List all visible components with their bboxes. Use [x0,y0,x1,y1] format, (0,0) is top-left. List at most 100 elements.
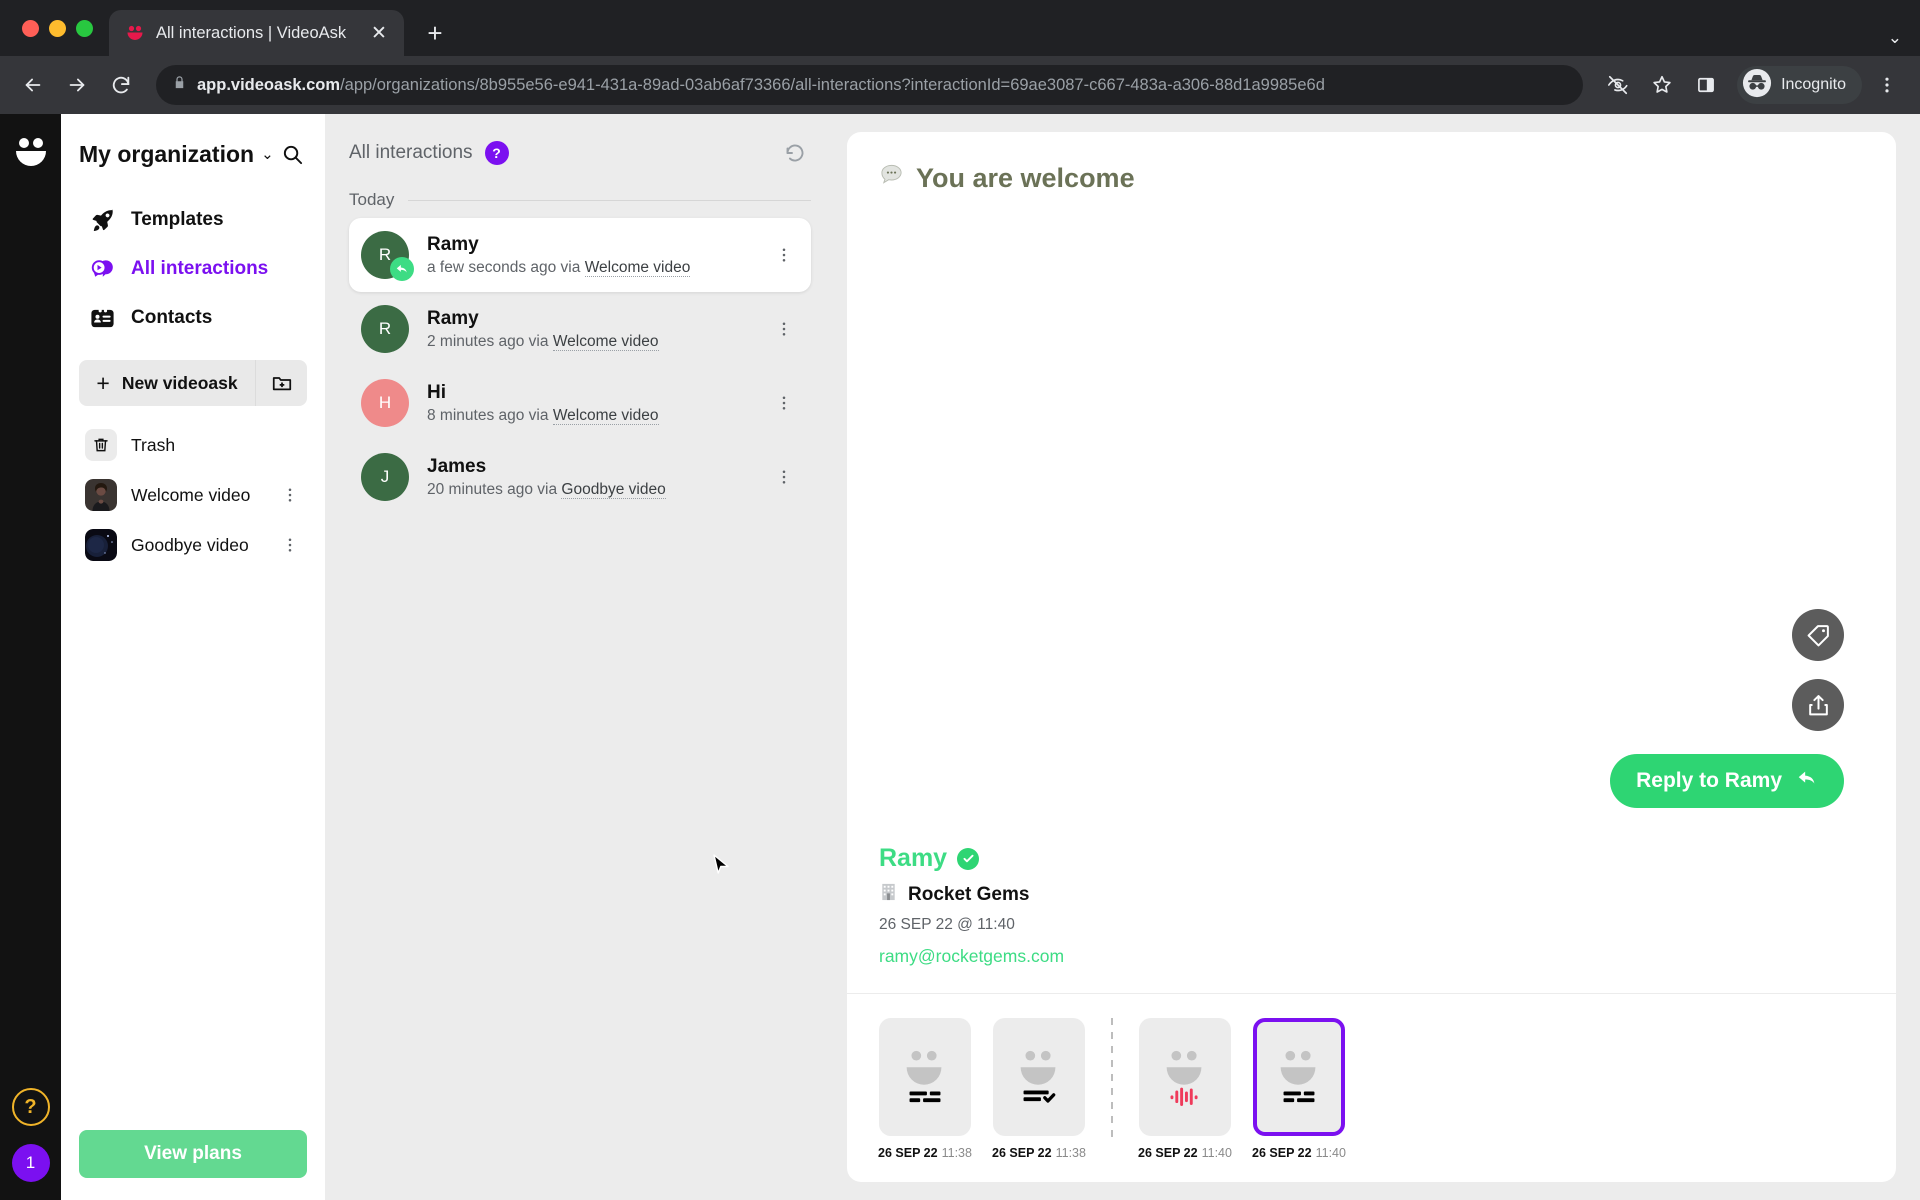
filmstrip-caption: 26 SEP 22 11:40 [1252,1146,1346,1160]
filmstrip-date: 26 SEP 22 [992,1146,1052,1160]
conversation-row[interactable]: R Ramy 2 minutes ago via Welcome video [349,292,811,366]
refresh-icon[interactable] [779,137,811,169]
new-folder-icon[interactable] [255,360,307,406]
side-panel-icon[interactable] [1687,66,1725,104]
incognito-indicator[interactable]: Incognito [1737,66,1862,104]
avatar-initial: R [378,319,392,338]
new-videoask-group: + New videoask [79,360,307,406]
help-badge[interactable]: ? [484,141,509,165]
eye-slash-icon[interactable] [1599,66,1637,104]
conversation-time: 20 minutes ago via [427,480,558,498]
sidebar-item-label: Contacts [131,307,213,328]
filmstrip-time: 11:38 [1055,1146,1086,1160]
address-bar[interactable]: app.videoask.com/app/organizations/8b955… [156,65,1584,105]
sidebar-item-templates[interactable]: Templates [79,198,307,242]
new-tab-button[interactable]: + [416,14,454,52]
kebab-menu-icon[interactable] [773,394,795,412]
filmstrip-thumbnail[interactable] [993,1018,1085,1136]
filmstrip-item[interactable]: 26 SEP 22 11:38 [878,1018,972,1160]
contact-date: 26 SEP 22 @ 11:40 [879,916,1015,933]
kebab-menu-icon[interactable] [279,486,301,504]
tab-strip: All interactions | VideoAsk ✕ + ⌄ [0,0,1920,56]
filmstrip-time: 11:38 [941,1146,972,1160]
sidebar-item-goodbye-video[interactable]: Goodbye video [79,522,307,568]
reload-icon[interactable] [102,66,140,104]
notification-count-badge[interactable]: 1 [11,1144,50,1182]
filmstrip-caption: 26 SEP 22 11:38 [992,1146,1086,1160]
star-icon[interactable] [1643,66,1681,104]
filmstrip-thumbnail[interactable] [879,1018,971,1136]
sidebar-item-label: Templates [131,209,224,230]
arrow-left-icon[interactable] [14,66,52,104]
interactions-title: All interactions [349,142,473,163]
chevron-down-icon[interactable]: ⌄ [1888,28,1902,48]
videoask-logo-icon[interactable] [11,132,51,172]
app-sidebar: My organization ⌄ Templates All interact… [61,114,325,1200]
contact-name: Ramy [879,844,948,872]
conversation-time: 8 minutes ago via [427,406,549,424]
conversation-time: a few seconds ago via [427,258,581,276]
new-videoask-label: New videoask [121,372,238,393]
sidebar-item-all-interactions[interactable]: All interactions [79,247,307,291]
tag-icon[interactable] [1792,609,1844,661]
url-host: app.videoask.com [197,75,341,94]
sidebar-item-welcome-video[interactable]: Welcome video [79,472,307,518]
conversation-source[interactable]: Welcome video [552,332,659,351]
conversation-source[interactable]: Goodbye video [561,480,666,499]
text-lines-icon [1280,1050,1316,1103]
plus-icon: + [96,369,110,396]
filmstrip-item[interactable]: 26 SEP 22 11:38 [992,1018,1086,1160]
rocket-icon [87,205,117,235]
question-mark-icon[interactable]: ? [11,1088,50,1126]
conversation-source[interactable]: Welcome video [552,406,659,425]
page-title: You are welcome [916,162,1135,193]
conversation-row[interactable]: J James 20 minutes ago via Goodbye video [349,440,811,514]
reply-button[interactable]: Reply to Ramy [1610,754,1844,808]
search-icon[interactable] [277,139,307,169]
filmstrip-thumbnail[interactable] [1253,1018,1345,1136]
conversation-name: Ramy [427,307,479,329]
detail-floating-actions [1792,609,1844,731]
sidebar-item-trash[interactable]: Trash [79,422,307,468]
filmstrip-item[interactable]: 26 SEP 22 11:40 [1138,1018,1232,1160]
interactions-column: All interactions ? Today R Ramy a few se… [325,114,835,1200]
window-traffic-lights [14,0,109,56]
close-icon[interactable]: ✕ [366,20,392,46]
app-rail: ? 1 [0,114,61,1200]
sidebar-item-contacts[interactable]: Contacts [79,296,307,340]
arrow-right-icon[interactable] [58,66,96,104]
avatar: R [361,231,414,281]
filmstrip-item-selected[interactable]: 26 SEP 22 11:40 [1252,1018,1346,1160]
conversation-text: James 20 minutes ago via Goodbye video [427,456,755,499]
filmstrip-thumbnail[interactable] [1139,1018,1231,1136]
view-plans-button[interactable]: View plans [79,1130,307,1178]
maximize-window-button[interactable] [76,19,93,37]
conversation-source[interactable]: Welcome video [584,258,691,277]
new-videoask-button[interactable]: + New videoask [79,360,255,406]
sidebar-item-label: All interactions [131,258,269,279]
kebab-menu-icon[interactable] [773,468,795,486]
detail-panel-wrapper: You are welcome Reply to Ramy Ramy Rocke… [835,114,1920,1200]
kebab-menu-icon[interactable] [279,536,301,554]
browser-window: All interactions | VideoAsk ✕ + ⌄ app.vi… [0,0,1920,1200]
conversation-row[interactable]: R Ramy a few seconds ago via Welcome vid… [349,218,811,292]
organization-switcher[interactable]: My organization ⌄ [79,114,307,180]
contact-info: Ramy Rocket Gems 26 SEP 22 @ 11:40 ramy@… [879,844,1064,967]
close-window-button[interactable] [22,19,39,37]
kebab-menu-icon[interactable] [773,246,795,264]
divider [1111,1018,1113,1140]
conversation-subtitle: 2 minutes ago via Welcome video [427,332,755,351]
kebab-menu-icon[interactable] [1868,66,1906,104]
filmstrip-caption: 26 SEP 22 11:38 [878,1146,972,1160]
kebab-menu-icon[interactable] [773,320,795,338]
contact-email[interactable]: ramy@rocketgems.com [879,946,1064,967]
minimize-window-button[interactable] [49,19,66,37]
conversation-subtitle: 8 minutes ago via Welcome video [427,406,755,425]
building-icon [879,882,898,907]
share-icon[interactable] [1792,679,1844,731]
filmstrip-time: 11:40 [1201,1146,1232,1160]
conversation-subtitle: 20 minutes ago via Goodbye video [427,480,755,499]
conversation-row[interactable]: H Hi 8 minutes ago via Welcome video [349,366,811,440]
avatar: H [361,379,409,427]
browser-tab[interactable]: All interactions | VideoAsk ✕ [109,10,404,56]
